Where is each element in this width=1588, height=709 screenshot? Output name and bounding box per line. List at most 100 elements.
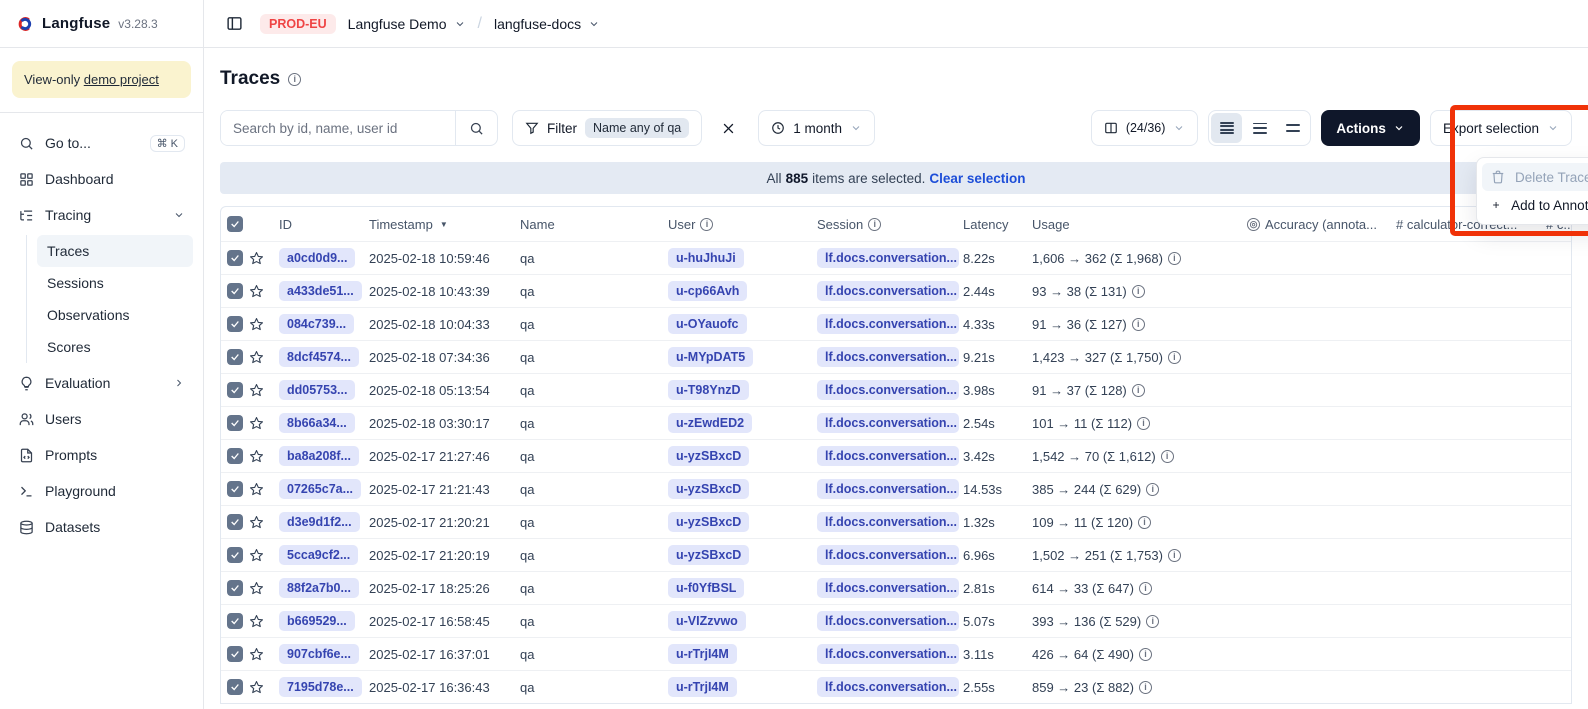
row-checkbox[interactable] — [227, 481, 243, 497]
user-badge[interactable]: u-MYpDAT5 — [668, 347, 753, 367]
star-icon[interactable] — [249, 482, 264, 497]
star-icon[interactable] — [249, 647, 264, 662]
org-selector[interactable]: Langfuse Demo — [348, 16, 466, 32]
user-badge[interactable]: u-cp66Avh — [668, 281, 747, 301]
table-row[interactable]: a433de51... 2025-02-18 10:43:39 qa u-cp6… — [221, 274, 1571, 307]
trace-id-badge[interactable]: a0cd0d9... — [279, 248, 355, 268]
row-height-large-button[interactable] — [1277, 113, 1308, 143]
column-visibility-button[interactable]: (24/36) — [1091, 110, 1199, 146]
session-badge[interactable]: lf.docs.conversation... — [817, 413, 959, 433]
trace-id-badge[interactable]: 5cca9cf2... — [279, 545, 358, 565]
trace-id-badge[interactable]: dd05753... — [279, 380, 355, 400]
sidebar-item-users[interactable]: Users — [10, 401, 193, 437]
trace-id-badge[interactable]: d3e9d1f2... — [279, 512, 360, 532]
session-badge[interactable]: lf.docs.conversation... — [817, 611, 959, 631]
search-input[interactable] — [221, 111, 455, 145]
session-badge[interactable]: lf.docs.conversation... — [817, 644, 959, 664]
sidebar-toggle-button[interactable] — [220, 10, 248, 38]
demo-project-link[interactable]: demo project — [84, 72, 159, 87]
table-row[interactable]: 084c739... 2025-02-18 10:04:33 qa u-OYau… — [221, 307, 1571, 340]
user-badge[interactable]: u-yzSBxcD — [668, 545, 749, 565]
row-height-small-button[interactable] — [1211, 113, 1242, 143]
row-checkbox[interactable] — [227, 646, 243, 662]
column-header-id[interactable]: ID — [275, 217, 365, 232]
star-icon[interactable] — [249, 581, 264, 596]
user-badge[interactable]: u-T98YnzD — [668, 380, 749, 400]
session-badge[interactable]: lf.docs.conversation... — [817, 248, 959, 268]
row-checkbox[interactable] — [227, 349, 243, 365]
trace-id-badge[interactable]: 8dcf4574... — [279, 347, 359, 367]
table-row[interactable]: ba8a208f... 2025-02-17 21:27:46 qa u-yzS… — [221, 439, 1571, 472]
session-badge[interactable]: lf.docs.conversation... — [817, 578, 959, 598]
star-icon[interactable] — [249, 251, 264, 266]
user-badge[interactable]: u-VIZzvwo — [668, 611, 746, 631]
sidebar-item-scores[interactable]: Scores — [37, 331, 193, 363]
sidebar-item-evaluation[interactable]: Evaluation — [10, 365, 193, 401]
table-row[interactable]: 7195d78e... 2025-02-17 16:36:43 qa u-rTr… — [221, 670, 1571, 703]
column-header-timestamp[interactable]: Timestamp ▼ — [365, 217, 516, 232]
row-checkbox[interactable] — [227, 514, 243, 530]
sidebar-item-datasets[interactable]: Datasets — [10, 509, 193, 545]
sidebar-item-prompts[interactable]: Prompts — [10, 437, 193, 473]
table-row[interactable]: 8b66a34... 2025-02-18 03:30:17 qa u-zEwd… — [221, 406, 1571, 439]
session-badge[interactable]: lf.docs.conversation... — [817, 512, 959, 532]
session-badge[interactable]: lf.docs.conversation... — [817, 479, 959, 499]
star-icon[interactable] — [249, 284, 264, 299]
session-badge[interactable]: lf.docs.conversation... — [817, 314, 959, 334]
actions-button[interactable]: Actions — [1321, 110, 1420, 146]
table-row[interactable]: d3e9d1f2... 2025-02-17 21:20:21 qa u-yzS… — [221, 505, 1571, 538]
table-row[interactable]: b669529... 2025-02-17 16:58:45 qa u-VIZz… — [221, 604, 1571, 637]
session-badge[interactable]: lf.docs.conversation... — [817, 281, 959, 301]
star-icon[interactable] — [249, 449, 264, 464]
table-row[interactable]: 907cbf6e... 2025-02-17 16:37:01 qa u-rTr… — [221, 637, 1571, 670]
clear-filter-button[interactable] — [712, 112, 744, 144]
star-icon[interactable] — [249, 350, 264, 365]
star-icon[interactable] — [249, 680, 264, 695]
star-icon[interactable] — [249, 548, 264, 563]
session-badge[interactable]: lf.docs.conversation... — [817, 347, 959, 367]
table-row[interactable]: dd05753... 2025-02-18 05:13:54 qa u-T98Y… — [221, 373, 1571, 406]
row-checkbox[interactable] — [227, 250, 243, 266]
sidebar-item-sessions[interactable]: Sessions — [37, 267, 193, 299]
sidebar-item-tracing[interactable]: Tracing — [10, 197, 193, 233]
column-header-name[interactable]: Name — [516, 217, 664, 232]
user-badge[interactable]: u-yzSBxcD — [668, 446, 749, 466]
row-checkbox[interactable] — [227, 613, 243, 629]
time-range-button[interactable]: 1 month — [758, 110, 875, 146]
search-submit-button[interactable] — [455, 111, 497, 145]
project-selector[interactable]: langfuse-docs — [494, 16, 600, 32]
sidebar-item-observations[interactable]: Observations — [37, 299, 193, 331]
user-badge[interactable]: u-rTrjI4M — [668, 644, 737, 664]
user-badge[interactable]: u-yzSBxcD — [668, 479, 749, 499]
sidebar-item-traces[interactable]: Traces — [37, 235, 193, 267]
column-header-latency[interactable]: Latency — [959, 217, 1028, 232]
user-badge[interactable]: u-huJhuJi — [668, 248, 744, 268]
goto-button[interactable]: Go to... ⌘ K — [10, 125, 193, 161]
trace-id-badge[interactable]: b669529... — [279, 611, 355, 631]
table-row[interactable]: 8dcf4574... 2025-02-18 07:34:36 qa u-MYp… — [221, 340, 1571, 373]
row-checkbox[interactable] — [227, 547, 243, 563]
row-checkbox[interactable] — [227, 448, 243, 464]
session-badge[interactable]: lf.docs.conversation... — [817, 677, 959, 697]
row-checkbox[interactable] — [227, 382, 243, 398]
trace-id-badge[interactable]: 07265c7a... — [279, 479, 361, 499]
export-selection-button[interactable]: Export selection — [1430, 110, 1572, 146]
trace-id-badge[interactable]: ba8a208f... — [279, 446, 359, 466]
user-badge[interactable]: u-rTrjI4M — [668, 677, 737, 697]
column-header-user[interactable]: Useri — [664, 217, 813, 232]
table-row[interactable]: 88f2a7b0... 2025-02-17 18:25:26 qa u-f0Y… — [221, 571, 1571, 604]
row-checkbox[interactable] — [227, 316, 243, 332]
trace-id-badge[interactable]: 88f2a7b0... — [279, 578, 359, 598]
table-row[interactable]: 07265c7a... 2025-02-17 21:21:43 qa u-yzS… — [221, 472, 1571, 505]
row-checkbox[interactable] — [227, 415, 243, 431]
sidebar-item-playground[interactable]: Playground — [10, 473, 193, 509]
trace-id-badge[interactable]: 7195d78e... — [279, 677, 362, 697]
table-row[interactable]: 5cca9cf2... 2025-02-17 21:20:19 qa u-yzS… — [221, 538, 1571, 571]
star-icon[interactable] — [249, 383, 264, 398]
user-badge[interactable]: u-yzSBxcD — [668, 512, 749, 532]
trace-id-badge[interactable]: 8b66a34... — [279, 413, 355, 433]
trace-id-badge[interactable]: 084c739... — [279, 314, 354, 334]
table-row[interactable]: a0cd0d9... 2025-02-18 10:59:46 qa u-huJh… — [221, 241, 1571, 274]
menu-item-delete-traces[interactable]: Delete Traces — [1482, 163, 1588, 191]
row-checkbox[interactable] — [227, 580, 243, 596]
